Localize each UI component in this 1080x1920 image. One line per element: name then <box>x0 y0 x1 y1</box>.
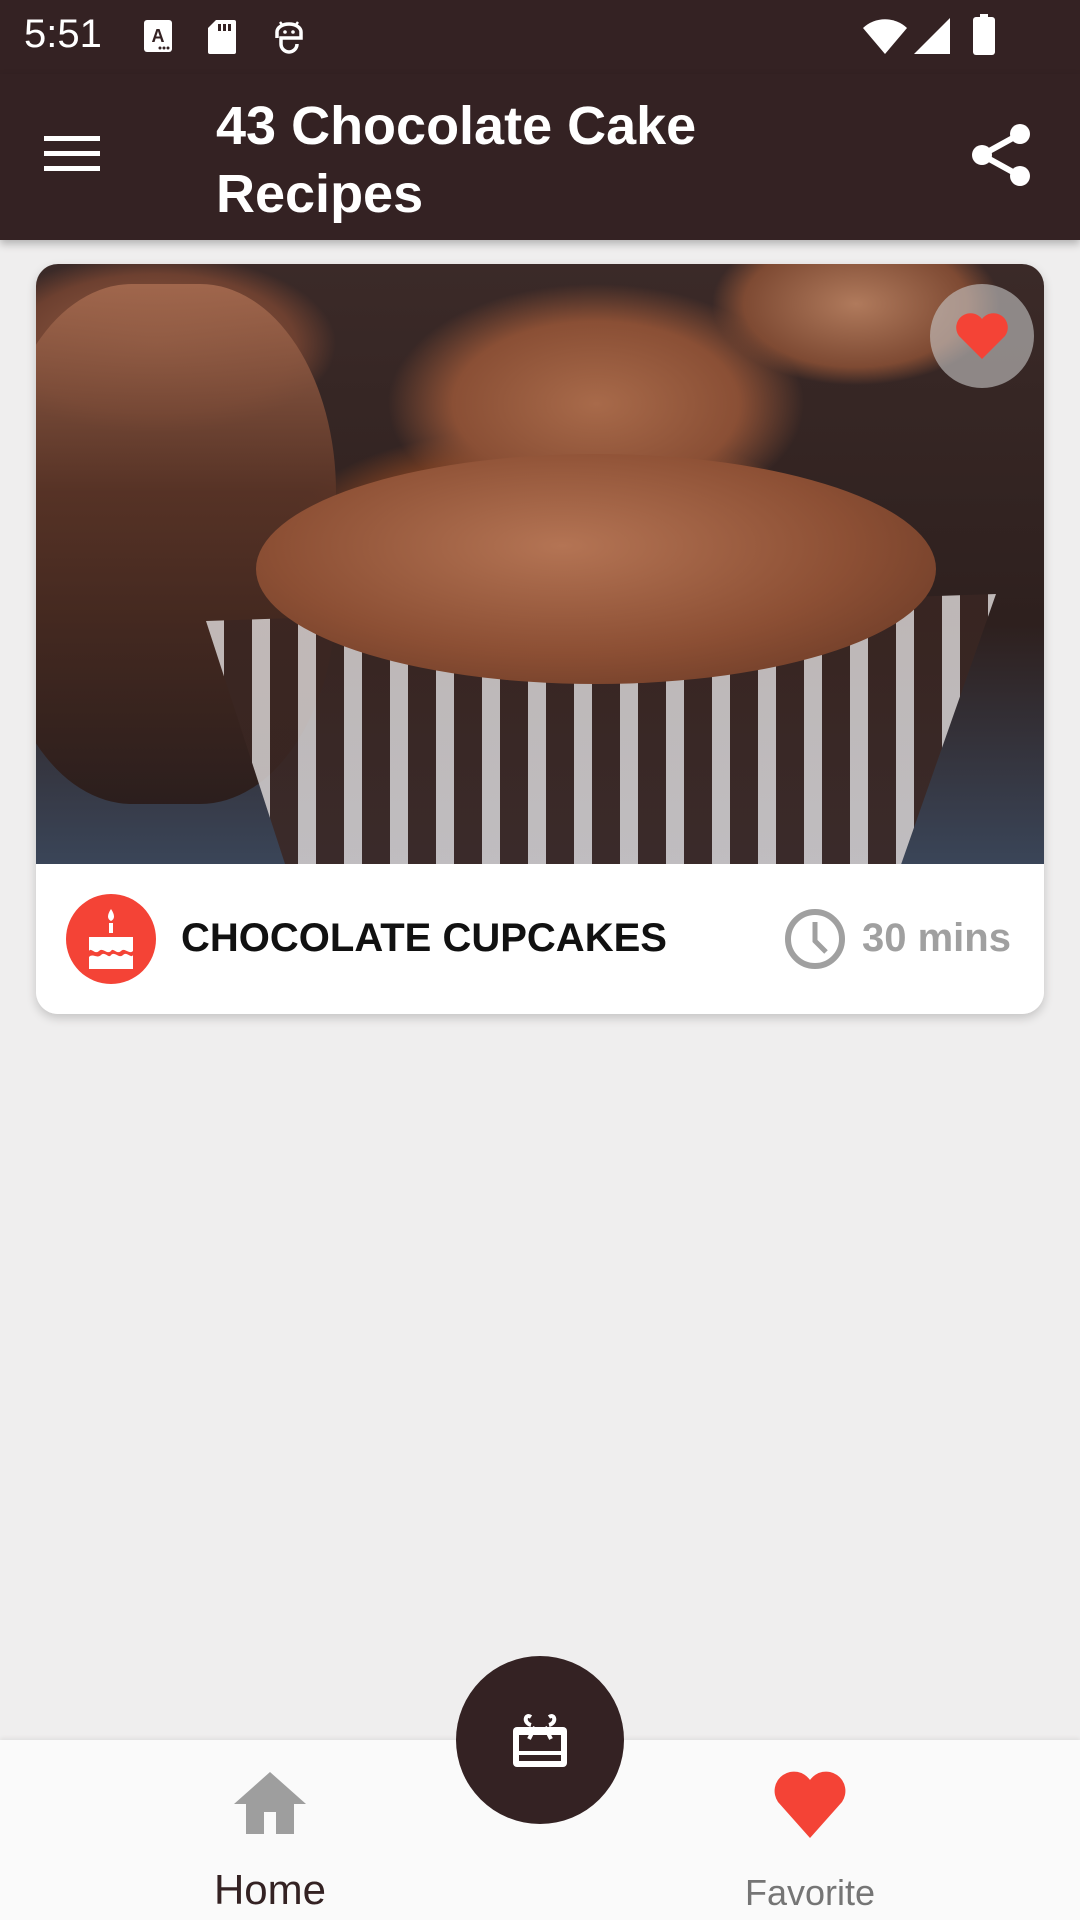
sd-card-icon <box>206 18 238 61</box>
heart-icon <box>774 1771 846 1838</box>
font-a-icon: A <box>142 18 174 59</box>
recipe-time: 30 mins <box>862 916 1011 960</box>
app-title: 43 Chocolate Cake Recipes <box>216 96 697 224</box>
cake-icon <box>66 894 156 984</box>
app-bar: 43 Chocolate Cake Recipes <box>0 74 1080 240</box>
hamburger-menu-icon <box>44 136 100 171</box>
android-debug-icon <box>272 18 306 61</box>
nav-item-favorite[interactable]: Favorite <box>660 1740 960 1920</box>
nav-label-home: Home <box>213 1866 327 1913</box>
recipe-card-footer: CHOCOLATE CUPCAKES 30 mins <box>36 864 1044 1014</box>
recipe-card[interactable]: CHOCOLATE CUPCAKES 30 mins <box>36 264 1044 1014</box>
favorite-toggle-button[interactable] <box>930 284 1034 388</box>
share-button[interactable] <box>970 122 1040 192</box>
svg-text:A: A <box>152 26 165 46</box>
heart-icon <box>956 313 1008 359</box>
status-time: 5:51 <box>24 12 102 56</box>
home-icon <box>234 1772 306 1834</box>
recipe-image[interactable] <box>36 264 1044 864</box>
share-icon <box>972 124 1030 186</box>
wifi-icon <box>862 16 908 61</box>
clock-icon <box>785 909 845 969</box>
battery-icon <box>972 14 996 61</box>
random-recipe-fab[interactable] <box>456 1656 624 1824</box>
menu-button[interactable] <box>44 124 124 184</box>
nav-item-home[interactable]: Home <box>120 1740 420 1920</box>
recipe-name: CHOCOLATE CUPCAKES <box>181 916 667 960</box>
status-bar: 5:51 A <box>0 0 1080 74</box>
nav-label-favorite: Favorite <box>744 1872 876 1913</box>
cell-signal-icon <box>912 16 952 61</box>
gift-cake-icon <box>513 1714 567 1767</box>
